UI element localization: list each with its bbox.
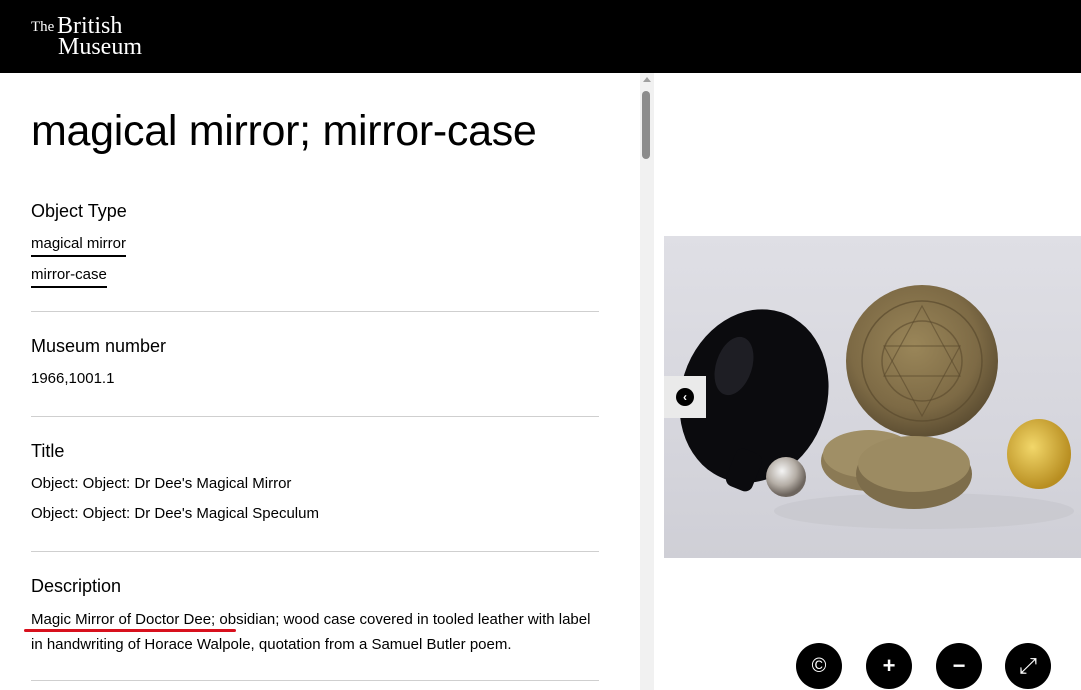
scroll-thumb[interactable] — [642, 91, 650, 159]
divider — [31, 311, 599, 312]
object-type-link-mirror-case[interactable]: mirror-case — [31, 266, 107, 288]
divider — [31, 416, 599, 417]
museum-number-value: 1966,1001.1 — [31, 370, 115, 387]
title-value-2: Object: Object: Dr Dee's Magical Speculu… — [31, 505, 319, 522]
previous-image-button[interactable]: ‹ — [664, 376, 706, 418]
logo-the: The — [31, 19, 55, 35]
description-heading: Description — [31, 576, 122, 596]
object-details-panel: magical mirror; mirror-case Object Type … — [0, 73, 640, 690]
zoom-in-icon: + — [882, 653, 896, 678]
zoom-in-button[interactable]: + — [866, 643, 912, 689]
zoom-out-icon: − — [952, 653, 966, 678]
description-text: Magic Mirror of Doctor Dee; obsidian; wo… — [31, 607, 606, 657]
site-header: The British Museum — [0, 0, 1081, 73]
image-viewer: ‹ © + − ⤢ — [664, 73, 1081, 690]
divider — [31, 680, 599, 681]
logo-museum: Museum — [58, 34, 142, 60]
highlight-underline — [24, 629, 236, 632]
scroll-up-arrow-icon[interactable] — [643, 77, 651, 82]
copyright-icon: © — [811, 655, 827, 677]
description-highlight: Magic Mirror of Doctor Dee — [31, 611, 212, 628]
object-type-heading: Object Type — [31, 201, 127, 221]
page-title: magical mirror; mirror-case — [31, 107, 537, 155]
zoom-out-button[interactable]: − — [936, 643, 982, 689]
fullscreen-icon: ⤢ — [1019, 653, 1037, 678]
title-value-1: Object: Object: Dr Dee's Magical Mirror — [31, 475, 292, 492]
chevron-left-icon: ‹ — [676, 388, 694, 406]
object-photo[interactable] — [664, 236, 1081, 558]
details-scrollbar[interactable] — [640, 73, 654, 690]
copyright-button[interactable]: © — [796, 643, 842, 689]
fullscreen-button[interactable]: ⤢ — [1005, 643, 1051, 689]
divider — [31, 551, 599, 552]
museum-number-heading: Museum number — [31, 336, 167, 356]
title-heading: Title — [31, 441, 65, 461]
object-photo-image — [679, 285, 1074, 529]
object-type-link-magical-mirror[interactable]: magical mirror — [31, 235, 127, 257]
